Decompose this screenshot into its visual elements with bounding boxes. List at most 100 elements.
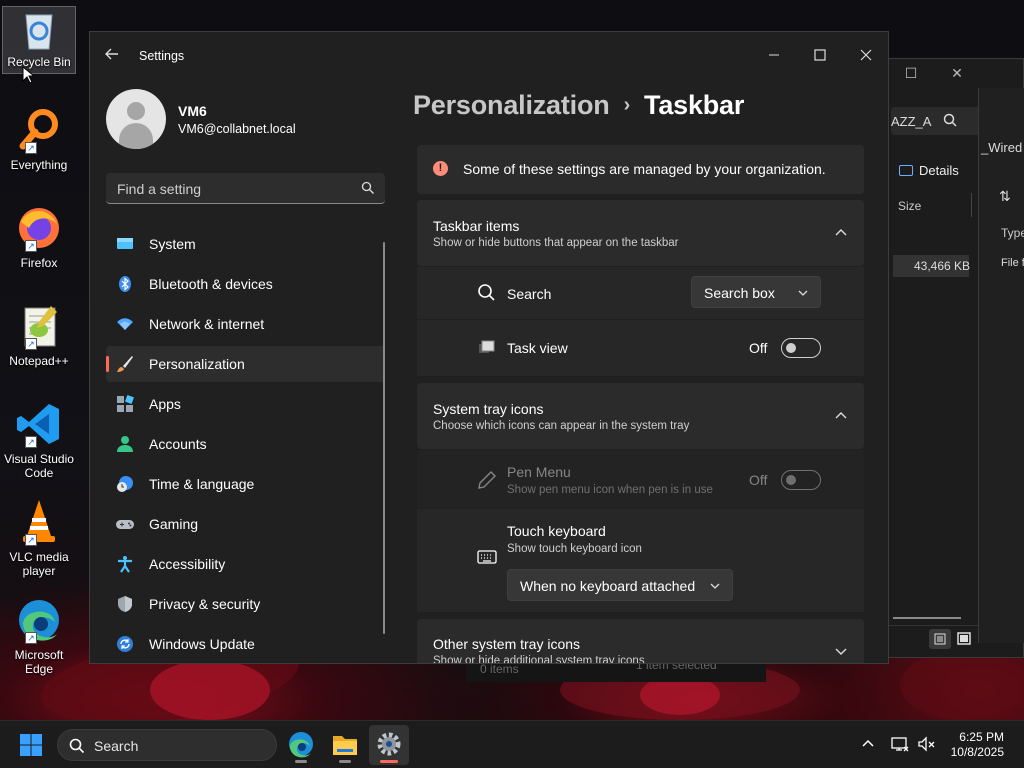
breadcrumb-parent[interactable]: Personalization (413, 90, 610, 120)
pen-menu-description: Show pen menu icon when pen is in use (507, 484, 713, 496)
minimize-button[interactable] (758, 40, 790, 72)
column-header-type[interactable]: Type (1001, 226, 1024, 240)
accounts-icon (117, 436, 133, 452)
desktop-icon-label: VLC media player (9, 550, 69, 578)
sidebar-item-accounts[interactable]: Accounts (106, 426, 385, 462)
taskbar-edge[interactable] (281, 725, 321, 765)
desktop-icon-firefox[interactable]: ↗ Firefox (2, 204, 76, 270)
accessibility-icon (118, 556, 132, 573)
task-view-label: Task view (507, 340, 568, 356)
shortcut-arrow-icon: ↗ (25, 534, 37, 546)
pen-menu-state: Off (749, 472, 768, 488)
section-description: Choose which icons can appear in the sys… (433, 420, 690, 432)
breadcrumb-separator: › (623, 94, 631, 116)
column-header-size[interactable]: Size (898, 199, 921, 213)
profile-name: VM6 (178, 103, 207, 119)
desktop-icon-label: Everything (10, 158, 68, 172)
recycle-bin-icon (15, 9, 63, 51)
taskbar-items-header[interactable]: Taskbar items Show or hide buttons that … (417, 200, 864, 266)
time-language-icon (117, 476, 133, 492)
sort-icon[interactable]: ⇅ (999, 188, 1011, 205)
close-icon[interactable]: ✕ (947, 65, 967, 83)
details-button[interactable]: Details (899, 163, 959, 178)
task-view-toggle[interactable] (781, 338, 821, 358)
sidebar-item-personalization[interactable]: Personalization (106, 346, 385, 382)
arrow-left-icon (105, 48, 118, 60)
taskbar-settings[interactable] (369, 725, 409, 765)
file-type-cell: File f (1001, 257, 1024, 269)
maximize-icon[interactable]: ☐ (901, 65, 921, 83)
edge-icon: ↗ (15, 596, 63, 644)
horizontal-scrollbar[interactable] (893, 617, 961, 619)
taskbar-file-explorer[interactable] (325, 725, 365, 765)
pen-menu-toggle (781, 470, 821, 490)
volume-muted-icon[interactable] (916, 734, 936, 754)
taskbar-search-box[interactable]: Search (57, 729, 277, 761)
network-icon[interactable] (890, 734, 910, 754)
update-icon (117, 636, 133, 652)
vlc-icon: ↗ (15, 498, 63, 546)
sidebar-item-time-language[interactable]: Time & language (106, 466, 385, 502)
chevron-down-icon (710, 583, 720, 589)
explorer-tab-title[interactable]: _Wired (981, 140, 1022, 155)
page-title: Taskbar (644, 90, 745, 120)
sidebar-item-bluetooth-devices[interactable]: Bluetooth & devices (106, 266, 385, 302)
search-mode-dropdown[interactable]: Search box (691, 276, 821, 308)
file-explorer-window-secondary[interactable]: _Wired ⇅ Type File f (978, 88, 1024, 643)
search-icon (478, 284, 495, 301)
shield-icon (118, 596, 132, 612)
desktop-icon-notepad-plus-plus[interactable]: ↗ Notepad++ (2, 302, 76, 368)
task-view-row: Task view Off (417, 320, 864, 376)
chevron-up-icon (835, 229, 847, 236)
file-size-cell: 43,466 KB (914, 259, 971, 273)
touch-keyboard-row: Touch keyboard Show touch keyboard icon … (417, 509, 864, 612)
content-pane: ! Some of these settings are managed by … (417, 145, 864, 664)
search-icon (69, 738, 85, 754)
chevron-up-icon[interactable] (858, 734, 878, 754)
info-icon: ! (433, 161, 448, 176)
back-button[interactable] (104, 46, 124, 66)
details-view-icon[interactable] (929, 629, 951, 649)
desktop-icon-edge[interactable]: ↗ Microsoft Edge (2, 596, 76, 676)
search-icon[interactable] (943, 113, 959, 129)
desktop-icon-vlc[interactable]: ↗ VLC media player (2, 498, 76, 578)
avatar[interactable] (106, 89, 166, 149)
sidebar-item-gaming[interactable]: Gaming (106, 506, 385, 542)
task-view-state: Off (749, 340, 768, 356)
section-description: Show or hide buttons that appear on the … (433, 237, 679, 249)
explorer-address-bar[interactable]: AZZ_A (891, 107, 987, 135)
details-pane-icon (899, 165, 913, 176)
desktop-icon-label: Firefox (20, 256, 58, 270)
firefox-icon: ↗ (15, 204, 63, 252)
task-view-icon (479, 340, 495, 353)
sidebar-item-accessibility[interactable]: Accessibility (106, 546, 385, 582)
dropdown-value: Search box (704, 285, 775, 301)
shortcut-arrow-icon: ↗ (25, 240, 37, 252)
system-tray-icons-header[interactable]: System tray icons Choose which icons can… (417, 383, 864, 449)
desktop-icon-everything[interactable]: ↗ Everything (2, 106, 76, 172)
desktop-icon-recycle-bin[interactable]: Recycle Bin (2, 6, 76, 74)
system-icon (117, 238, 133, 249)
taskbar-clock[interactable]: 6:25 PM 10/8/2025 (951, 730, 1004, 760)
desktop-icon-vscode[interactable]: ↗ Visual Studio Code (2, 400, 76, 480)
breadcrumb: Personalization › Taskbar (413, 90, 744, 121)
search-input[interactable]: Find a setting (106, 173, 385, 204)
sidebar-item-network-internet[interactable]: Network & internet (106, 306, 385, 342)
column-divider (971, 193, 972, 217)
maximize-button[interactable] (804, 40, 836, 72)
settings-window[interactable]: Settings VM6 VM6@collabnet.local Find a … (89, 31, 889, 664)
section-title: Taskbar items (433, 218, 520, 234)
taskbar-search-label: Search (94, 738, 139, 754)
section-description: Show or hide additional system tray icon… (433, 655, 645, 664)
managed-info-banner: ! Some of these settings are managed by … (417, 145, 864, 194)
close-button[interactable] (850, 40, 882, 72)
sidebar-scrollbar[interactable] (383, 242, 385, 634)
sidebar-item-system[interactable]: System (106, 226, 385, 262)
other-tray-icons-header[interactable]: Other system tray icons Show or hide add… (417, 619, 864, 664)
sidebar-item-apps[interactable]: Apps (106, 386, 385, 422)
touch-keyboard-dropdown[interactable]: When no keyboard attached (507, 569, 733, 601)
tiles-view-icon[interactable] (953, 629, 975, 649)
sidebar-item-windows-update[interactable]: Windows Update (106, 626, 385, 662)
sidebar-item-privacy-security[interactable]: Privacy & security (106, 586, 385, 622)
windows-start-icon[interactable] (20, 734, 42, 756)
